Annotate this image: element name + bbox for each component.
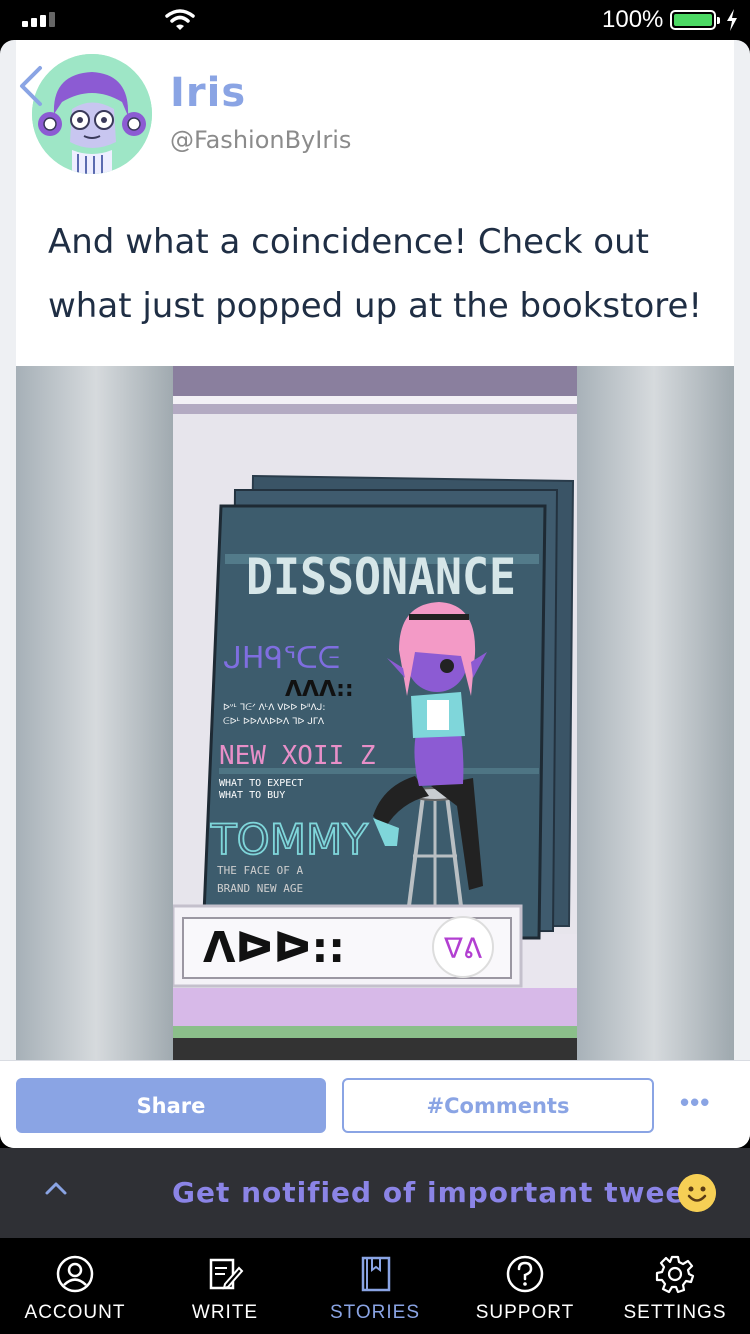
back-chevron-icon[interactable] xyxy=(16,64,46,108)
tweet-image[interactable]: DISSONANCE ᒍᕼᑫᕐᑕᕮ ᐱᐱᐱ:: ᐅᐡᒻ ᒣᕮᐟ ᐱᒻᐱ ᐯᐅᐅ … xyxy=(16,366,734,1060)
image-blur-right xyxy=(574,366,734,1060)
magazine-blurb-3b: BRAND NEW AGE xyxy=(217,882,303,895)
help-icon xyxy=(506,1255,544,1293)
shelf-sign-text: ᐱᐅᐅ:: xyxy=(203,923,345,972)
shelf-sign-badge: ᐁᕕ xyxy=(444,932,482,965)
write-icon xyxy=(209,1258,244,1290)
battery-percent: 100% xyxy=(602,6,664,33)
magazine-title: DISSONANCE xyxy=(246,548,516,606)
comic-panel: DISSONANCE ᒍᕼᑫᕐᑕᕮ ᐱᐱᐱ:: ᐅᐡᒻ ᒣᕮᐟ ᐱᒻᐱ ᐯᐅᐅ … xyxy=(173,366,577,1060)
tab-support-label: SUPPORT xyxy=(475,1302,575,1323)
tab-settings-label: SETTINGS xyxy=(623,1302,727,1323)
magazine-blurb-3a: THE FACE OF A xyxy=(217,864,303,877)
post-card: Iris @FashionByIris And what a coinciden… xyxy=(0,40,750,1148)
magazine-word-1: ᐱᐱᐱ:: xyxy=(285,677,354,702)
magazine-blurb-1b: ᕮᐅᒻ ᐅᐅᐱᐱᐅᐅᐱ ᒣᐅ ᒍᒥᐱ xyxy=(223,717,325,727)
more-options-icon[interactable]: ••• xyxy=(680,1087,710,1118)
tab-write-label: WRITE xyxy=(191,1302,259,1323)
tab-account[interactable]: ACCOUNT xyxy=(0,1238,150,1334)
post-actions: Share #Comments ••• xyxy=(0,1060,750,1148)
tab-settings[interactable]: SETTINGS xyxy=(600,1238,750,1334)
notification-banner-text[interactable]: Get notified of important tweets xyxy=(172,1176,717,1209)
bookstore-illustration: DISSONANCE ᒍᕼᑫᕐᑕᕮ ᐱᐱᐱ:: ᐅᐡᒻ ᒣᕮᐟ ᐱᒻᐱ ᐯᐅᐅ … xyxy=(173,366,577,1060)
avatar-illustration xyxy=(32,54,152,174)
magazine-blurb-1a: ᐅᐡᒻ ᒣᕮᐟ ᐱᒻᐱ ᐯᐅᐅ ᐅᐦᐱᒍ: xyxy=(223,703,325,713)
notification-banner[interactable]: Get notified of important tweets xyxy=(0,1148,750,1238)
status-bar: 100% xyxy=(0,0,750,40)
gear-icon xyxy=(655,1255,695,1294)
signal-strength-icon xyxy=(22,12,55,27)
magazine-blurb-2a: WHAT TO EXPECT xyxy=(219,778,303,789)
image-blur-left xyxy=(16,366,176,1060)
tweet-text: And what a coincidence! Check out what j… xyxy=(48,222,703,326)
author-handle[interactable]: @FashionByIris xyxy=(170,126,351,154)
tab-account-label: ACCOUNT xyxy=(24,1302,126,1323)
tab-write[interactable]: WRITE xyxy=(150,1238,300,1334)
tab-stories[interactable]: STORIES xyxy=(300,1238,450,1334)
smiley-icon xyxy=(678,1174,716,1212)
battery-icon xyxy=(670,10,720,30)
magazine-blurb-2b: WHAT TO BUY xyxy=(219,790,285,801)
magazine-headline-2: NEW XOII Z xyxy=(219,741,376,771)
book-icon xyxy=(361,1256,391,1292)
tab-support[interactable]: SUPPORT xyxy=(450,1238,600,1334)
share-button[interactable]: Share xyxy=(16,1078,326,1133)
magazine-headline-3: TOMMY xyxy=(210,815,368,864)
charging-icon xyxy=(727,9,737,31)
chevron-up-icon[interactable] xyxy=(44,1180,68,1196)
wifi-icon xyxy=(165,9,195,30)
account-icon xyxy=(56,1255,94,1293)
avatar[interactable] xyxy=(32,54,152,174)
tab-bar: ACCOUNT WRITE STORIES SUPPORT SETTINGS xyxy=(0,1238,750,1334)
comments-button[interactable]: #Comments xyxy=(342,1078,654,1133)
tab-stories-label: STORIES xyxy=(329,1302,421,1323)
author-name[interactable]: Iris xyxy=(170,70,246,116)
magazine-headline-1: ᒍᕼᑫᕐᑕᕮ xyxy=(223,641,340,676)
